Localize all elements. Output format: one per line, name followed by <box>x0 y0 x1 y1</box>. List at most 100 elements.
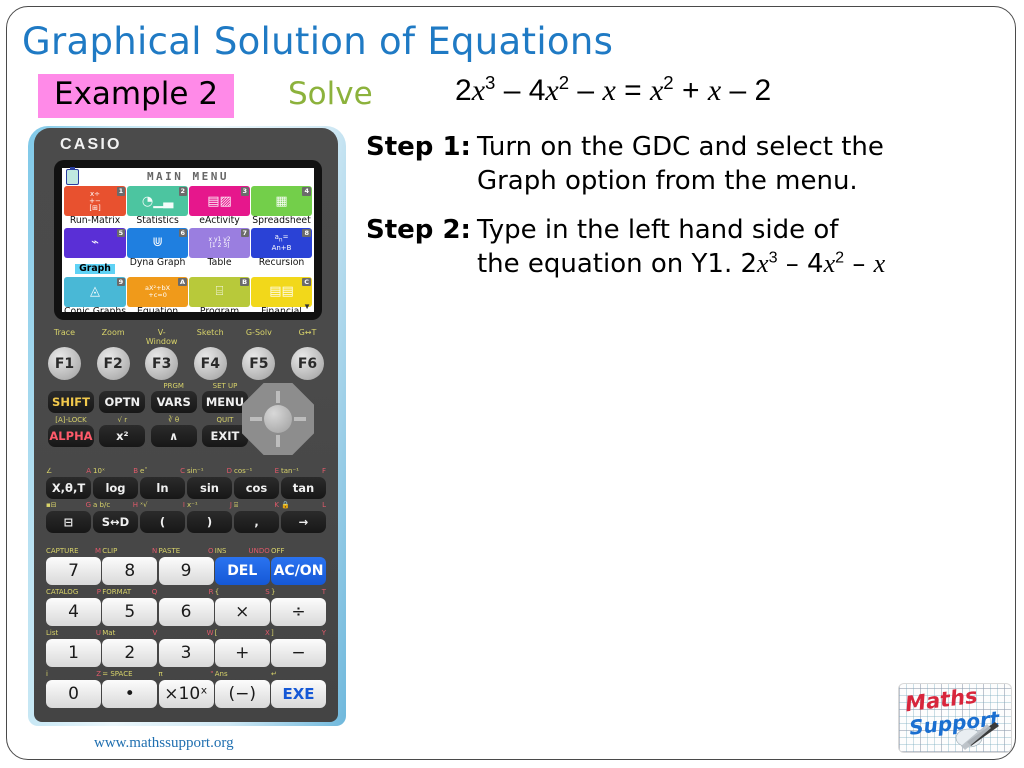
key-x²[interactable]: x² <box>99 425 146 447</box>
key-0[interactable]: 0 <box>46 680 101 708</box>
key-5[interactable]: 5 <box>102 598 158 626</box>
key-S↔D[interactable]: S↔D <box>93 511 138 533</box>
menu-item-statistics[interactable]: ◔▁▃ 2 Statistics <box>127 186 189 227</box>
key-)[interactable]: ) <box>187 511 232 533</box>
key-OPTN[interactable]: OPTN <box>99 391 146 413</box>
conic-icon[interactable]: ◬ 9 <box>64 276 127 307</box>
key--[interactable]: ÷ <box>271 598 326 626</box>
direction-pad[interactable] <box>242 383 314 455</box>
key-legend: {S <box>214 588 270 596</box>
menu-item-conic-graphs[interactable]: ◬ 9 Conic Graphs <box>64 276 127 318</box>
menu-item-label: Program <box>199 305 240 317</box>
table-icon[interactable]: x y1 y2 [1 2 3] 7 <box>189 227 251 258</box>
key-2[interactable]: 2 <box>102 639 158 667</box>
key-legend: CLIP N <box>102 547 158 555</box>
menu-item-financial[interactable]: ▤▤ C Financial <box>251 276 312 318</box>
key-legend: Mat V <box>102 629 158 637</box>
step-text: Type in the left hand side of the equati… <box>477 213 885 282</box>
frac-row-legends: ▪⊟ G a b/c H ˣ√ I x⁻¹ J ⌸ K 🔒 L <box>46 502 326 511</box>
trig-key-block: ∠ A 10ˣ B e˟ C sin⁻¹ D cos⁻¹ E tan⁻¹ F X,θ,T lo… <box>46 468 326 533</box>
key-DEL[interactable]: DEL <box>214 557 270 585</box>
menu-item-number: A <box>178 277 188 287</box>
matrix-icon[interactable]: x÷ +− [⊞] 1 <box>64 186 127 216</box>
menu-item-eactivity[interactable]: ▤▨ 3 eActivity <box>189 186 251 227</box>
menu-item-equation[interactable]: aX²+bX +c=0 A Equation <box>127 276 189 318</box>
key-cos[interactable]: cos <box>234 477 279 499</box>
key-8[interactable]: 8 <box>102 557 158 585</box>
key-F6[interactable]: F6 <box>290 347 324 380</box>
function-key-row: Trace Zoom V-Window Sketch G-Solv G↔T F1 F2 F3 F… <box>48 328 324 380</box>
key-VARS[interactable]: VARS <box>150 391 197 413</box>
key-1[interactable]: 1 <box>46 639 101 667</box>
menu-item-program[interactable]: ⌸ B Program <box>189 276 251 318</box>
scroll-down-icon[interactable]: ▼ <box>303 302 311 311</box>
menu-item-spreadsheet[interactable]: ▦ 4 Spreadsheet <box>251 186 312 227</box>
key-7[interactable]: 7 <box>46 557 101 585</box>
eactivity-icon[interactable]: ▤▨ 3 <box>189 186 251 216</box>
key--[interactable]: + <box>214 639 270 667</box>
shift-row-keys: SHIFT OPTN VARS MENU <box>48 391 248 413</box>
key--[interactable]: • <box>102 680 158 708</box>
key--[interactable]: − <box>271 639 326 667</box>
key-,[interactable]: , <box>234 511 279 533</box>
key-6[interactable]: 6 <box>158 598 214 626</box>
key-3[interactable]: 3 <box>158 639 214 667</box>
key-9[interactable]: 9 <box>158 557 214 585</box>
numpad-key-row: 7 8 9 DEL AC/ON <box>46 557 326 585</box>
key-F1[interactable]: F1 <box>48 347 81 380</box>
menu-item-number: 1 <box>116 187 126 196</box>
spreadsheet-icon[interactable]: ▦ 4 <box>251 186 312 216</box>
equation-icon[interactable]: aX²+bX +c=0 A <box>127 276 189 307</box>
key-legend: ⌸ K <box>234 501 279 509</box>
key-tan[interactable]: tan <box>281 477 326 499</box>
menu-item-dyna-graph[interactable]: ⋓ 6 Dyna Graph <box>127 227 189 276</box>
key-F2[interactable]: F2 <box>96 347 130 380</box>
fkey-legend: G-Solv <box>245 328 272 337</box>
menu-item-label: Spreadsheet <box>252 215 311 226</box>
key-4[interactable]: 4 <box>46 598 101 626</box>
key-AC-ON[interactable]: AC/ON <box>271 557 326 585</box>
step-item: Step 2: Type in the left hand side of th… <box>366 213 1006 282</box>
key-F3[interactable]: F3 <box>145 347 179 380</box>
key-EXE[interactable]: EXE <box>271 680 326 708</box>
key-X,θ,T[interactable]: X,θ,T <box>46 477 91 499</box>
dpad-right-icon[interactable] <box>294 417 306 421</box>
dyna-graph-icon[interactable]: ⋓ 6 <box>127 227 189 258</box>
key-log[interactable]: log <box>93 477 138 499</box>
key-F4[interactable]: F4 <box>193 347 227 380</box>
statistics-icon[interactable]: ◔▁▃ 2 <box>127 186 189 216</box>
menu-item-run-matrix[interactable]: x÷ +− [⊞] 1 Run-Matrix <box>64 186 127 227</box>
key-→[interactable]: → <box>281 511 326 533</box>
key-⊟[interactable]: ⊟ <box>46 511 91 533</box>
graph-icon[interactable]: ⌁ 5 <box>64 227 127 258</box>
key-SHIFT[interactable]: SHIFT <box>48 391 94 413</box>
dpad-up-icon[interactable] <box>276 391 280 403</box>
key-([interactable]: ( <box>140 511 185 533</box>
key--10-[interactable]: ×10ˣ <box>158 680 214 708</box>
key-legend: PRGM <box>163 382 184 390</box>
dpad-down-icon[interactable] <box>276 435 280 447</box>
recursion-icon[interactable]: an= An+B 8 <box>251 227 312 258</box>
numpad-key-row: 4 5 6 × ÷ <box>46 598 326 626</box>
numpad-legend-row: iZ = SPACE π " Ans ↵ <box>46 671 326 680</box>
key-ln[interactable]: ln <box>140 477 185 499</box>
program-icon[interactable]: ⌸ B <box>189 276 251 307</box>
key--[interactable]: × <box>214 598 270 626</box>
dpad-left-icon[interactable] <box>250 417 262 421</box>
calculator-screen-bezel: MAIN MENU x÷ +− [⊞] 1 Run-Matrix ◔▁▃ 2 Stati… <box>54 160 322 320</box>
key-legend <box>99 383 145 391</box>
menu-item-table[interactable]: x y1 y2 [1 2 3] 7 Table <box>189 227 251 276</box>
menu-item-recursion[interactable]: an= An+B 8 Recursion <box>251 227 312 276</box>
key-legend: List U <box>46 629 101 637</box>
dpad-center-button[interactable] <box>264 405 292 433</box>
key-F5[interactable]: F5 <box>242 347 276 380</box>
website-link[interactable]: www.mathssupport.org <box>94 735 234 752</box>
menu-item-graph[interactable]: ⌁ 5 Graph <box>64 227 127 276</box>
numpad-key-row: 1 2 3 + − <box>46 639 326 667</box>
key-∧[interactable]: ∧ <box>150 425 197 447</box>
key-ALPHA[interactable]: ALPHA <box>48 425 94 447</box>
menu-item-label: Conic Graphs <box>64 305 127 317</box>
key--[interactable]: (−) <box>214 680 270 708</box>
key-sin[interactable]: sin <box>187 477 232 499</box>
key-legend: [A]-LOCK <box>55 416 87 424</box>
